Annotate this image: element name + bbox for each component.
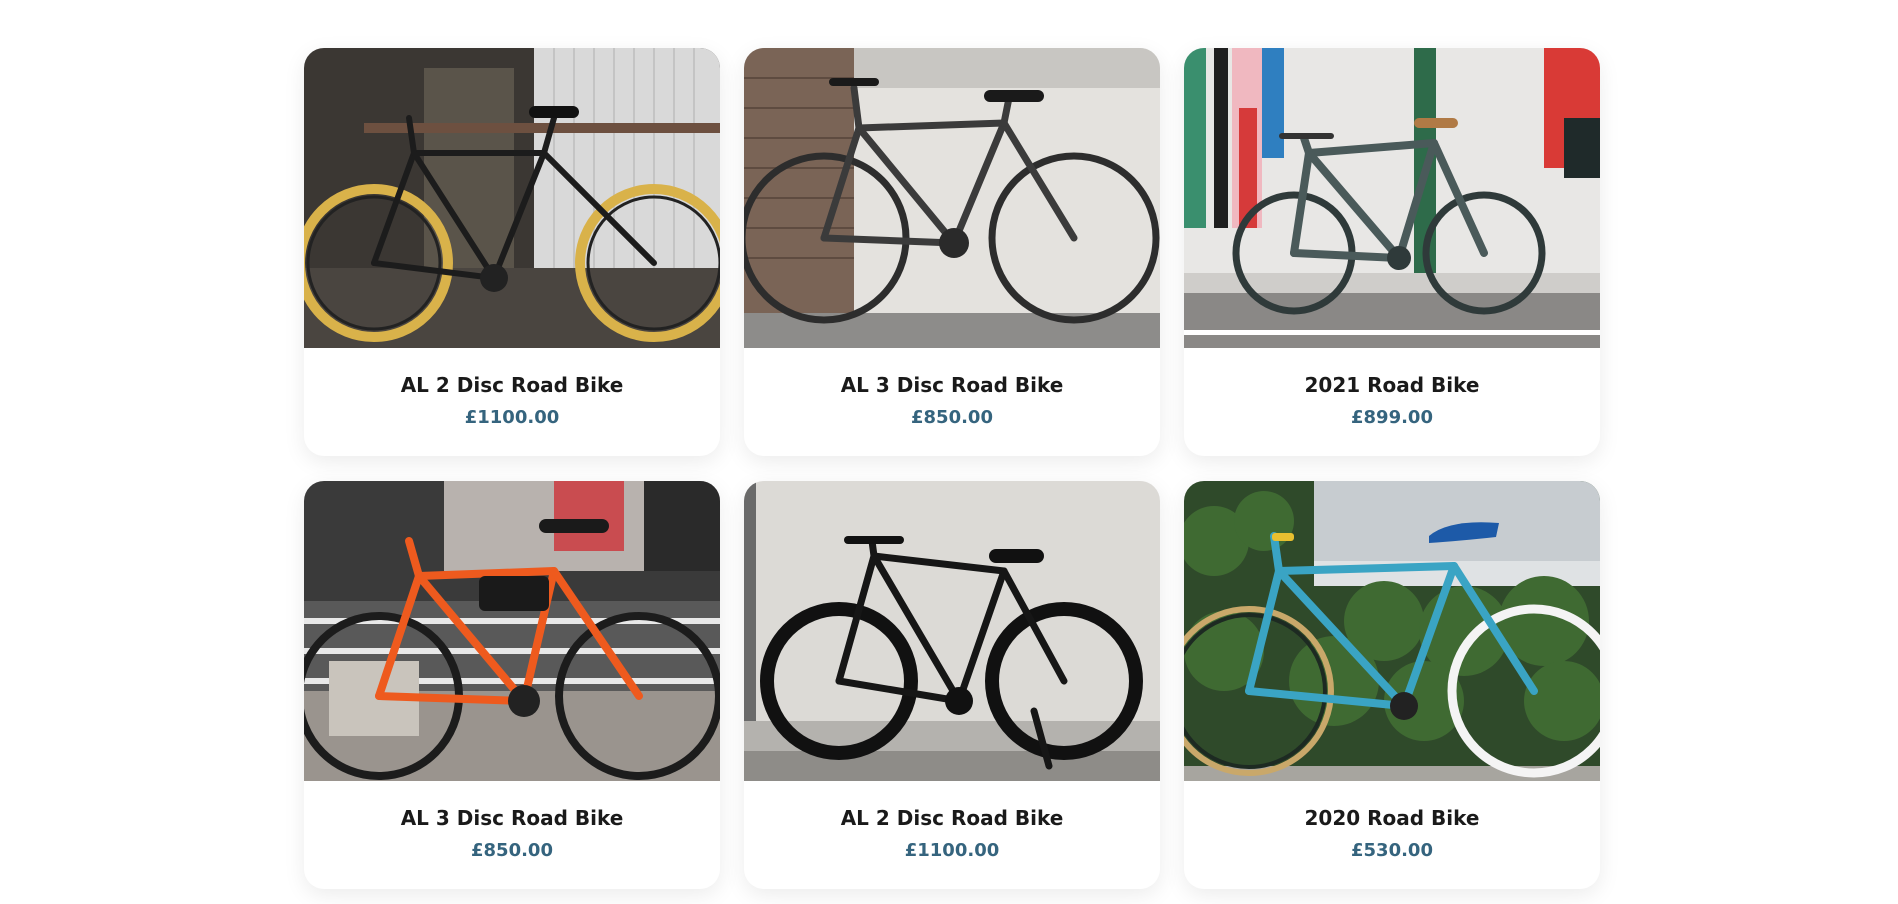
card-body: AL 2 Disc Road Bike £1100.00 xyxy=(304,348,720,456)
product-price: £1100.00 xyxy=(904,840,1000,861)
teal-road-bike-icon[interactable] xyxy=(1184,481,1600,781)
product-price: £850.00 xyxy=(471,840,553,861)
product-price: £530.00 xyxy=(1351,840,1433,861)
product-card[interactable]: AL 3 Disc Road Bike £850.00 xyxy=(744,48,1160,456)
grey-road-bike-icon[interactable] xyxy=(744,48,1160,348)
orange-road-bike-icon[interactable] xyxy=(304,481,720,781)
slate-road-bike-icon[interactable] xyxy=(1184,48,1600,348)
black-bike-yellow-wheels-icon[interactable] xyxy=(304,48,720,348)
product-price: £899.00 xyxy=(1351,407,1433,428)
product-card[interactable]: 2020 Road Bike £530.00 xyxy=(1184,481,1600,889)
product-title[interactable]: 2020 Road Bike xyxy=(1184,805,1600,831)
black-road-bike-icon[interactable] xyxy=(744,481,1160,781)
card-body: AL 3 Disc Road Bike £850.00 xyxy=(304,781,720,889)
product-card[interactable]: AL 2 Disc Road Bike £1100.00 xyxy=(304,48,720,456)
product-title[interactable]: AL 2 Disc Road Bike xyxy=(744,805,1160,831)
product-card[interactable]: 2021 Road Bike £899.00 xyxy=(1184,48,1600,456)
product-card[interactable]: AL 3 Disc Road Bike £850.00 xyxy=(304,481,720,889)
product-title[interactable]: AL 2 Disc Road Bike xyxy=(304,372,720,398)
product-price: £1100.00 xyxy=(464,407,560,428)
product-title[interactable]: AL 3 Disc Road Bike xyxy=(744,372,1160,398)
product-grid: AL 2 Disc Road Bike £1100.00 AL 3 Disc R… xyxy=(304,48,1600,889)
card-body: 2020 Road Bike £530.00 xyxy=(1184,781,1600,889)
card-body: AL 3 Disc Road Bike £850.00 xyxy=(744,348,1160,456)
product-price: £850.00 xyxy=(911,407,993,428)
product-title[interactable]: 2021 Road Bike xyxy=(1184,372,1600,398)
product-title[interactable]: AL 3 Disc Road Bike xyxy=(304,805,720,831)
product-card[interactable]: AL 2 Disc Road Bike £1100.00 xyxy=(744,481,1160,889)
card-body: AL 2 Disc Road Bike £1100.00 xyxy=(744,781,1160,889)
card-body: 2021 Road Bike £899.00 xyxy=(1184,348,1600,456)
